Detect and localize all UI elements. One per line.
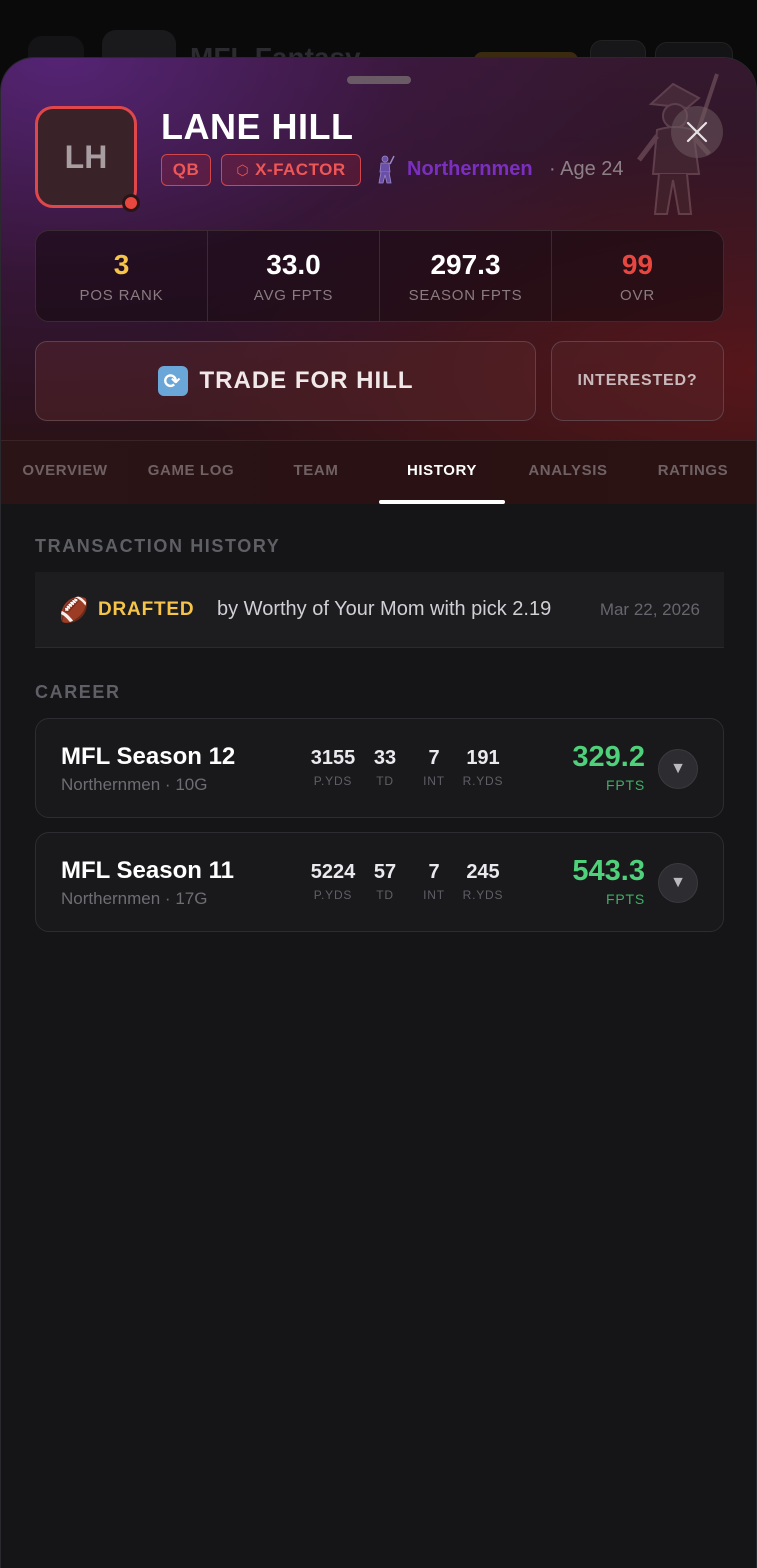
- season-subtitle: Northernmen · 17G: [61, 889, 208, 908]
- career-title: CAREER: [35, 682, 121, 702]
- team-logo-icon: [378, 155, 395, 184]
- tab-overview[interactable]: OVERVIEW: [1, 462, 129, 479]
- transaction-row: 🏈 DRAFTED by Worthy of Your Mom with pic…: [35, 572, 724, 648]
- stat-season-fpts: 297.3 SEASON FPTS: [380, 231, 552, 321]
- active-tab-indicator: [379, 500, 505, 504]
- season-stat-label: R.YDS: [462, 774, 504, 788]
- stat-label: AVG FPTS: [253, 286, 334, 304]
- season-fpts-label: FPTS: [606, 891, 645, 907]
- expand-button[interactable]: ▼: [658, 749, 698, 789]
- chevron-down-icon: ▼: [670, 760, 686, 777]
- transaction-history-title: TRANSACTION HISTORY: [35, 536, 281, 556]
- swap-icon: ⟳: [157, 366, 188, 396]
- interested-button[interactable]: INTERESTED?: [551, 341, 724, 421]
- season-card[interactable]: MFL Season 11 Northernmen · 17G 5224 P.Y…: [35, 832, 724, 932]
- season-fpts-label: FPTS: [606, 777, 645, 793]
- stat-value: 99: [621, 248, 654, 280]
- xfactor-label: X-FACTOR: [255, 160, 346, 179]
- season-card[interactable]: MFL Season 12 Northernmen · 10G 3155 P.Y…: [35, 718, 724, 818]
- team-name[interactable]: Northernmen: [407, 158, 533, 181]
- transaction-description: by Worthy of Your Mom with pick 2.19: [217, 598, 552, 620]
- season-stat: 3155 P.YDS: [303, 747, 363, 788]
- season-fpts: 329.2: [572, 741, 645, 773]
- tab-history[interactable]: HISTORY: [379, 462, 505, 479]
- tab-analysis[interactable]: ANALYSIS: [505, 462, 631, 479]
- season-name: MFL Season 12: [61, 743, 236, 770]
- stat-avg-fpts: 33.0 AVG FPTS: [208, 231, 380, 321]
- stat-value: 33.0: [266, 248, 321, 280]
- transaction-date: Mar 22, 2026: [599, 600, 700, 619]
- trade-button-label: TRADE FOR HILL: [199, 367, 414, 394]
- stat-value: 297.3: [430, 248, 501, 280]
- close-icon: [686, 121, 708, 143]
- xfactor-badge: ⬡ X-FACTOR: [221, 154, 361, 186]
- season-stat-label: R.YDS: [462, 888, 504, 902]
- tab-ratings[interactable]: RATINGS: [631, 462, 755, 479]
- season-stat-label: P.YDS: [313, 774, 353, 788]
- stat-label: POS RANK: [79, 286, 164, 304]
- status-dot: [122, 194, 140, 212]
- player-age: · Age 24: [549, 158, 624, 180]
- season-name: MFL Season 11: [61, 857, 234, 884]
- position-badge: QB: [161, 154, 211, 186]
- season-stat-value: 245: [466, 861, 500, 883]
- stat-label: OVR: [620, 286, 655, 304]
- season-fpts: 543.3: [572, 855, 645, 887]
- player-name: LANE HILL: [161, 106, 354, 147]
- season-stat-value: 5224: [310, 861, 356, 883]
- season-stat-value: 3155: [310, 747, 356, 769]
- stat-pos-rank: 3 POS RANK: [36, 231, 208, 321]
- expand-button[interactable]: ▼: [658, 863, 698, 903]
- player-avatar: LH: [35, 106, 137, 208]
- season-stat: 191 R.YDS: [453, 747, 513, 788]
- stats-panel: 3 POS RANK 33.0 AVG FPTS 297.3 SEASON FP…: [35, 230, 724, 322]
- season-stat: 245 R.YDS: [453, 861, 513, 902]
- stat-ovr: 99 OVR: [552, 231, 723, 321]
- stat-label: SEASON FPTS: [408, 286, 523, 304]
- season-subtitle: Northernmen · 10G: [61, 775, 208, 794]
- stat-value: 3: [113, 248, 130, 280]
- player-detail-sheet: LH LANE HILL QB ⬡ X-FACTOR Northernmen ·…: [0, 57, 757, 1568]
- hexagon-icon: ⬡: [236, 161, 250, 178]
- trade-button[interactable]: ⟳ TRADE FOR HILL: [35, 341, 536, 421]
- football-icon: 🏈: [59, 597, 89, 624]
- close-button[interactable]: [671, 106, 723, 158]
- season-stat: 5224 P.YDS: [303, 861, 363, 902]
- tab-game-log[interactable]: GAME LOG: [127, 462, 255, 479]
- season-stat-label: P.YDS: [313, 888, 353, 902]
- season-stat-value: 191: [466, 747, 500, 769]
- chevron-down-icon: ▼: [670, 874, 686, 891]
- tab-team[interactable]: TEAM: [253, 462, 379, 479]
- drag-handle[interactable]: [347, 76, 411, 84]
- transaction-type: DRAFTED: [98, 599, 195, 620]
